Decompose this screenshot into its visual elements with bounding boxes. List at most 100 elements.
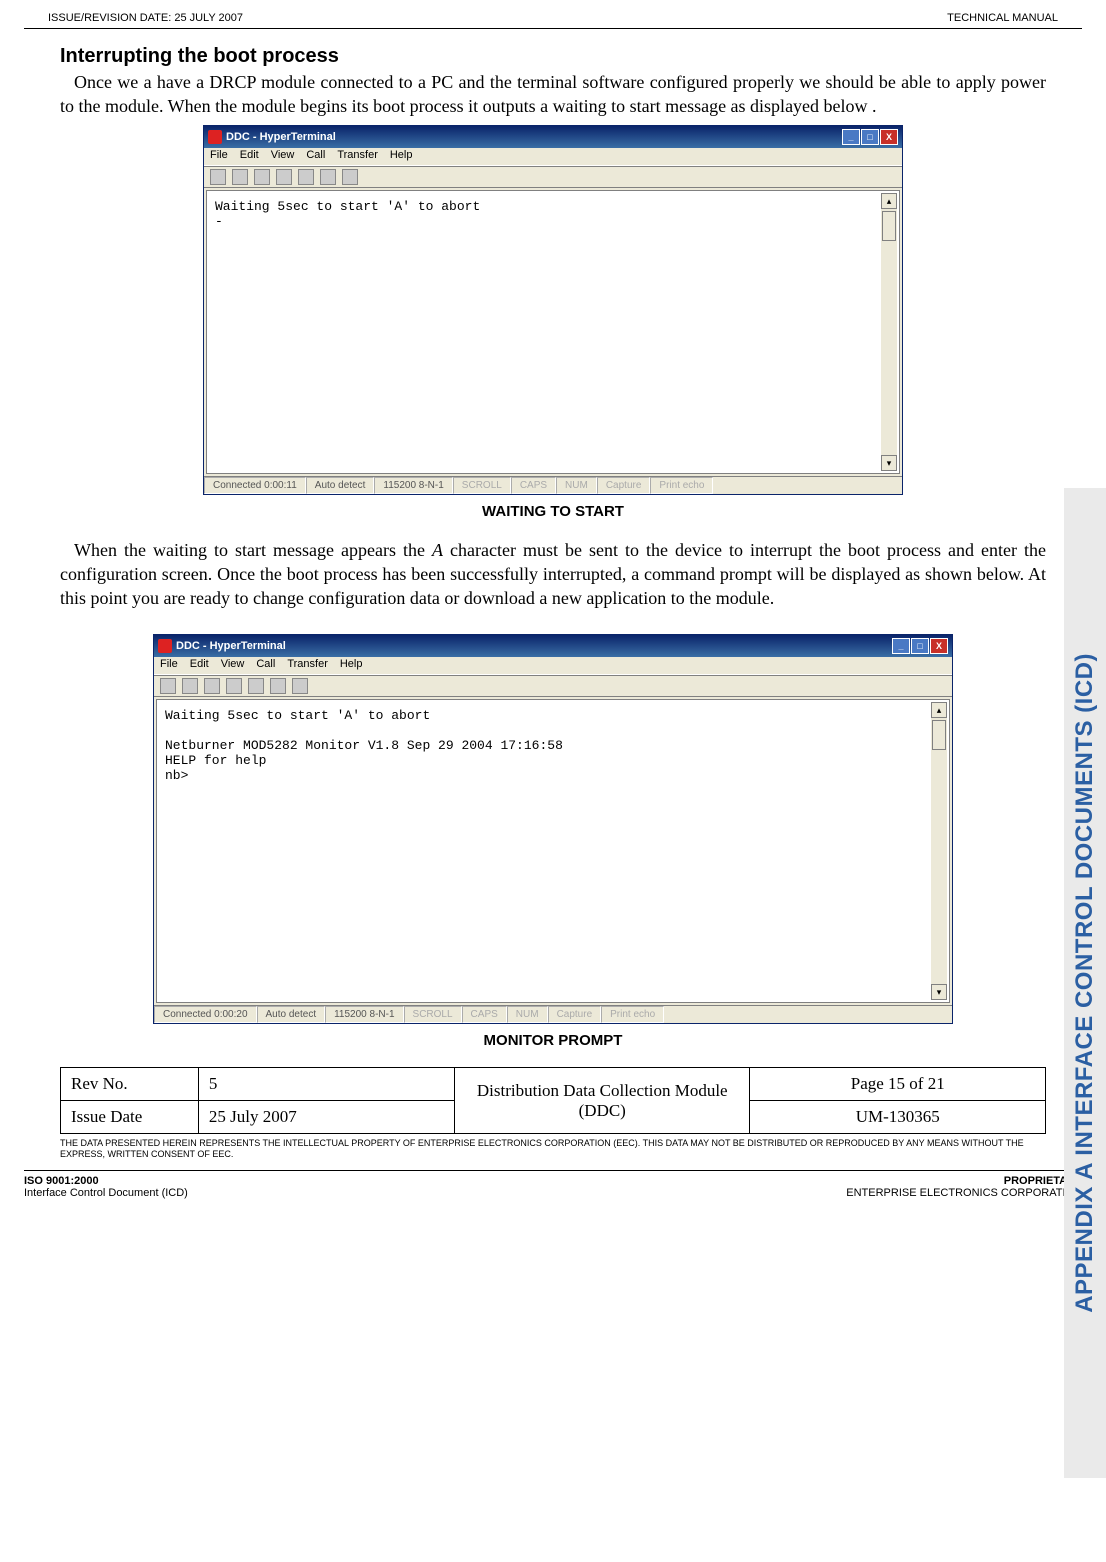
send-icon[interactable] [248,678,264,694]
menu-edit[interactable]: Edit [240,149,259,164]
menubar-2: File Edit View Call Transfer Help [154,657,952,675]
page-content: Interrupting the boot process Once we a … [0,29,1106,1160]
doc-title-cell: Distribution Data Collection Module (DDC… [454,1068,750,1134]
window-title: DDC - HyperTerminal [226,131,336,143]
statusbar: Connected 0:00:11 Auto detect 115200 8-N… [204,476,902,494]
menu-transfer[interactable]: Transfer [337,149,378,164]
receive-icon[interactable] [270,678,286,694]
um-cell: UM-130365 [750,1101,1046,1134]
app-icon [158,639,172,653]
footer-icd: Interface Control Document (ICD) [24,1187,188,1199]
side-tab-label: APPENDIX A INTERFACE CONTROL DOCUMENTS (… [1071,653,1099,1313]
toolbar-2 [154,675,952,697]
menu-file[interactable]: File [160,658,178,673]
legal-notice: THE DATA PRESENTED HEREIN REPRESENTS THE… [60,1138,1046,1160]
menu-view[interactable]: View [271,149,295,164]
info-table: Rev No. 5 Distribution Data Collection M… [60,1067,1046,1134]
terminal-text: Waiting 5sec to start 'A' to abort - [209,193,881,235]
call-icon[interactable] [204,678,220,694]
footer-company: ENTERPRISE ELECTRONICS CORPORATION [846,1187,1082,1199]
status-detect: Auto detect [257,1006,326,1023]
status-echo: Print echo [601,1006,664,1023]
scrollbar-2[interactable]: ▴ ▾ [931,702,947,1000]
status-baud: 115200 8-N-1 [374,477,452,494]
window-titlebar-2: DDC - HyperTerminal _ □ X [154,635,952,657]
rev-value: 5 [198,1068,454,1101]
caption-monitor: MONITOR PROMPT [60,1032,1046,1049]
menu-edit[interactable]: Edit [190,658,209,673]
scroll-thumb[interactable] [932,720,946,750]
section-title: Interrupting the boot process [60,45,1046,68]
send-icon[interactable] [298,169,314,185]
open-icon[interactable] [182,678,198,694]
call-icon[interactable] [254,169,270,185]
app-icon [208,130,222,144]
properties-icon[interactable] [292,678,308,694]
page-header: ISSUE/REVISION DATE: 25 JULY 2007 TECHNI… [24,0,1082,29]
status-capture: Capture [548,1006,602,1023]
receive-icon[interactable] [320,169,336,185]
disconnect-icon[interactable] [276,169,292,185]
menubar: File Edit View Call Transfer Help [204,148,902,166]
status-scroll: SCROLL [453,477,511,494]
intro-paragraph: Once we a have a DRCP module connected t… [60,70,1046,119]
scroll-thumb[interactable] [882,211,896,241]
maximize-button[interactable]: □ [861,129,879,145]
menu-help[interactable]: Help [390,149,413,164]
close-button[interactable]: X [880,129,898,145]
menu-call[interactable]: Call [306,149,325,164]
status-caps: CAPS [462,1006,507,1023]
rev-label: Rev No. [61,1068,199,1101]
close-button[interactable]: X [930,638,948,654]
minimize-button[interactable]: _ [842,129,860,145]
minimize-button[interactable]: _ [892,638,910,654]
header-left: ISSUE/REVISION DATE: 25 JULY 2007 [48,12,243,24]
disconnect-icon[interactable] [226,678,242,694]
status-baud: 115200 8-N-1 [325,1006,403,1023]
terminal-text-2: Waiting 5sec to start 'A' to abort Netbu… [159,702,931,789]
screenshot-monitor: DDC - HyperTerminal _ □ X File Edit View… [153,634,953,1024]
status-detect: Auto detect [306,477,375,494]
open-icon[interactable] [232,169,248,185]
window-title-2: DDC - HyperTerminal [176,640,286,652]
a-char: A [432,540,443,560]
issue-value: 25 July 2007 [198,1101,454,1134]
menu-help[interactable]: Help [340,658,363,673]
status-echo: Print echo [650,477,713,494]
mid-paragraph: When the waiting to start message appear… [60,538,1046,611]
menu-view[interactable]: View [221,658,245,673]
toolbar [204,166,902,188]
maximize-button[interactable]: □ [911,638,929,654]
menu-file[interactable]: File [210,149,228,164]
new-icon[interactable] [160,678,176,694]
terminal-area-2: Waiting 5sec to start 'A' to abort Netbu… [156,699,950,1003]
footer-proprietary: PROPRIETARY [846,1175,1082,1187]
menu-call[interactable]: Call [256,658,275,673]
status-num: NUM [507,1006,548,1023]
page-footer: ISO 9001:2000 Interface Control Document… [0,1171,1106,1199]
scrollbar[interactable]: ▴ ▾ [881,193,897,471]
statusbar-2: Connected 0:00:20 Auto detect 115200 8-N… [154,1005,952,1023]
properties-icon[interactable] [342,169,358,185]
status-num: NUM [556,477,597,494]
issue-label: Issue Date [61,1101,199,1134]
status-connected: Connected 0:00:11 [204,477,306,494]
status-connected-2: Connected 0:00:20 [154,1006,257,1023]
scroll-up-icon[interactable]: ▴ [931,702,947,718]
caption-waiting: WAITING TO START [60,503,1046,520]
terminal-area: Waiting 5sec to start 'A' to abort - ▴ ▾ [206,190,900,474]
header-right: TECHNICAL MANUAL [947,12,1058,24]
status-capture: Capture [597,477,651,494]
side-tab: APPENDIX A INTERFACE CONTROL DOCUMENTS (… [1064,488,1106,1478]
window-titlebar: DDC - HyperTerminal _ □ X [204,126,902,148]
new-icon[interactable] [210,169,226,185]
page-cell: Page 15 of 21 [750,1068,1046,1101]
menu-transfer[interactable]: Transfer [287,658,328,673]
footer-iso: ISO 9001:2000 [24,1175,188,1187]
status-caps: CAPS [511,477,556,494]
status-scroll: SCROLL [404,1006,462,1023]
screenshot-waiting: DDC - HyperTerminal _ □ X File Edit View… [203,125,903,495]
scroll-down-icon[interactable]: ▾ [881,455,897,471]
scroll-up-icon[interactable]: ▴ [881,193,897,209]
scroll-down-icon[interactable]: ▾ [931,984,947,1000]
